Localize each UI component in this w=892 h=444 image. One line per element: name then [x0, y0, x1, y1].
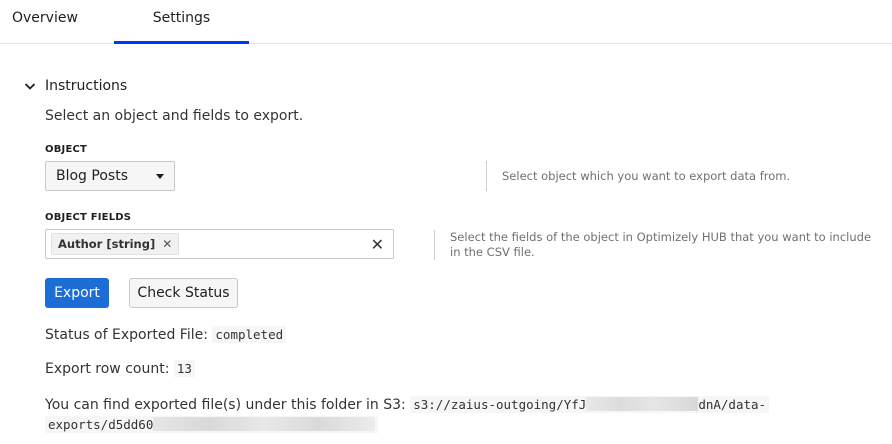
object-select[interactable]: Blog Posts	[45, 161, 175, 191]
s3-path: s3://zaius-outgoing/YfJ dnA/data-	[410, 396, 770, 413]
row-count-value: 13	[173, 360, 195, 377]
clear-icon[interactable]: ✕	[371, 235, 384, 254]
object-fields-label: OBJECT FIELDS	[45, 212, 132, 223]
object-fields-help-text: Select the fields of the object in Optim…	[450, 230, 872, 259]
row-count-label: Export row count:	[45, 361, 170, 377]
remove-chip-icon[interactable]: ✕	[162, 237, 172, 251]
s3-path-line2: exports/d5dd60	[48, 417, 154, 432]
active-tab-indicator	[114, 41, 249, 44]
export-button[interactable]: Export	[45, 278, 109, 308]
tab-settings[interactable]: Settings	[114, 0, 249, 43]
object-select-value: Blog Posts	[56, 168, 128, 184]
s3-path-continued: exports/d5dd60	[45, 416, 379, 433]
export-status: Status of Exported File: completed	[45, 326, 287, 343]
field-chip-label: Author [string]	[58, 237, 156, 251]
tab-overview[interactable]: Overview	[12, 0, 78, 43]
object-help-text: Select object which you want to export d…	[502, 168, 791, 183]
redacted-block	[153, 417, 376, 431]
chevron-down-icon	[22, 78, 38, 94]
instructions-toggle[interactable]: Instructions	[22, 75, 127, 97]
object-help: Select object which you want to export d…	[486, 161, 822, 191]
s3-path-start: s3://zaius-outgoing/YfJ	[413, 397, 587, 412]
s3-path-mid: dnA/data-	[698, 397, 767, 412]
status-label: Status of Exported File:	[45, 327, 208, 343]
tab-bar: Overview Settings	[0, 0, 892, 44]
s3-location: You can find exported file(s) under this…	[45, 395, 805, 435]
field-chip: Author [string] ✕	[51, 233, 180, 255]
export-row-count: Export row count: 13	[45, 360, 195, 377]
object-fields-help: Select the fields of the object in Optim…	[434, 230, 880, 260]
redacted-block	[586, 397, 699, 411]
s3-label: You can find exported file(s) under this…	[45, 397, 406, 413]
check-status-button[interactable]: Check Status	[129, 278, 238, 308]
object-label: OBJECT	[45, 144, 88, 155]
section-title: Instructions	[45, 78, 128, 94]
instructions-text: Select an object and fields to export.	[45, 108, 304, 124]
object-fields-input[interactable]: Author [string] ✕ ✕	[45, 229, 394, 259]
caret-down-icon	[156, 173, 164, 179]
status-value: completed	[212, 326, 287, 343]
